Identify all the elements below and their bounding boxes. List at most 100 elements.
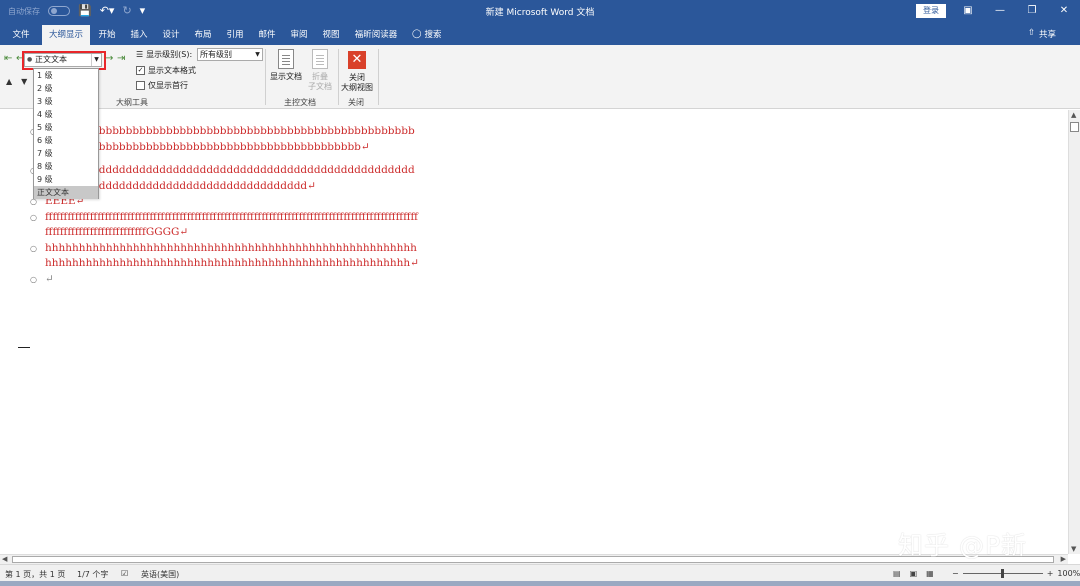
show-level-value: 所有级别	[200, 50, 232, 59]
dropdown-item-level-3[interactable]: 3 级	[34, 95, 98, 108]
dropdown-item-level-4[interactable]: 4 级	[34, 108, 98, 121]
tab-references[interactable]: 引用	[222, 25, 248, 45]
outline-item-text: hhhhhhhhhhhhhhhhhhhhhhhhhhhhhhhhhhhhhhhh…	[45, 241, 419, 270]
document-icon	[278, 49, 294, 69]
outline-bullet-icon[interactable]: ○	[30, 210, 37, 226]
scroll-left-icon[interactable]: ◀	[2, 555, 7, 563]
scroll-right-icon[interactable]: ▶	[1061, 555, 1066, 563]
search-label: 搜索	[424, 30, 442, 40]
zoom-out-icon[interactable]: −	[952, 569, 959, 578]
tab-file[interactable]: 文件	[6, 25, 36, 45]
page-count[interactable]: 第 1 页，共 1 页	[5, 569, 65, 580]
print-layout-icon[interactable]: ▣	[910, 569, 918, 578]
demote-icon[interactable]: →	[105, 53, 113, 64]
close-view-label-2: 大纲视图	[341, 83, 373, 92]
share-button[interactable]: ⇧ 共享	[1028, 28, 1056, 40]
word-count[interactable]: 1/7 个字	[77, 569, 108, 580]
move-up-icon[interactable]: ▲	[6, 77, 12, 86]
dropdown-item-body-text[interactable]: 正文文本	[34, 186, 98, 199]
tab-design[interactable]: 设计	[158, 25, 184, 45]
promote-to-heading1-icon[interactable]: ⇤	[4, 53, 12, 64]
group-separator	[265, 49, 266, 105]
move-down-icon[interactable]: ▼	[21, 77, 27, 86]
show-first-line-checkbox[interactable]	[136, 81, 145, 90]
zoom-in-icon[interactable]: +	[1047, 569, 1054, 578]
close-outline-view-button[interactable]: ✕ 关闭 大纲视图	[340, 49, 374, 93]
show-first-line-label: 仅显示首行	[148, 81, 188, 90]
window-controls: ▣ — ❐ ✕	[952, 0, 1080, 22]
outline-ribbon: ⇤ ← ● 正文文本 ▼ → ⇥ ▲ ▼ ☰ 显示级别(S): 所有级别 ▼ ✓…	[0, 45, 1080, 109]
view-buttons: ▤ ▣ ▦	[893, 569, 934, 578]
show-level-select[interactable]: 所有级别 ▼	[197, 48, 263, 61]
show-document-button[interactable]: 显示文档	[268, 49, 304, 82]
scroll-down-icon[interactable]: ▼	[1071, 545, 1076, 553]
outline-level-dropdown[interactable]: 1 级 2 级 3 级 4 级 5 级 6 级 7 级 8 级 9 级 正文文本	[33, 68, 99, 199]
tab-insert[interactable]: 插入	[126, 25, 152, 45]
share-label: 共享	[1038, 30, 1056, 40]
language-status[interactable]: 英语(美国)	[141, 569, 179, 580]
show-level-icon: ☰	[136, 50, 144, 59]
title-bar: 自动保存 💾 ↶▾ ↻ ▾ 新建 Microsoft Word 文档 登录 ▣ …	[0, 0, 1080, 22]
dropdown-item-level-1[interactable]: 1 级	[34, 69, 98, 82]
dropdown-item-level-5[interactable]: 5 级	[34, 121, 98, 134]
ribbon-display-options-icon[interactable]: ▣	[952, 0, 984, 22]
document-area[interactable]: ○ bbbbbbbbbbbbbbbbbbbbbbbbbbbbbbbbbbbbbb…	[0, 110, 1068, 554]
outline-item[interactable]: ○ hhhhhhhhhhhhhhhhhhhhhhhhhhhhhhhhhhhhhh…	[30, 241, 420, 272]
taskbar-strip	[0, 581, 1080, 586]
share-icon: ⇧	[1027, 28, 1035, 38]
proofing-icon[interactable]: ☑	[121, 569, 128, 578]
demote-to-body-icon[interactable]: ⇥	[117, 53, 125, 64]
ribbon-tab-bar: 文件 大纲显示 开始 插入 设计 布局 引用 邮件 审阅 视图 福昕阅读器 ◯ …	[0, 22, 1080, 45]
outline-item-text: bbbbbbbbbbbbbbbbbbbbbbbbbbbbbbbbbbbbbbbb…	[45, 125, 415, 153]
tab-layout[interactable]: 布局	[190, 25, 216, 45]
scroll-up-icon[interactable]: ▲	[1071, 111, 1076, 119]
close-icon: ✕	[348, 51, 366, 69]
outline-item-text: ffffffffffffffffffffffffffffffffffffffff…	[45, 210, 418, 239]
maximize-icon[interactable]: ❐	[1016, 0, 1048, 22]
close-icon[interactable]: ✕	[1048, 0, 1080, 22]
dropdown-item-level-8[interactable]: 8 级	[34, 160, 98, 173]
show-text-format-option[interactable]: ✓ 显示文本格式	[136, 65, 196, 76]
collapse-subdocuments-button[interactable]: 折叠 子文档	[304, 49, 336, 92]
tab-home[interactable]: 开始	[94, 25, 120, 45]
status-bar: 第 1 页，共 1 页 1/7 个字 ☑ 英语(美国) ▤ ▣ ▦ − + 10…	[0, 564, 1080, 581]
vertical-scroll-thumb[interactable]	[1070, 122, 1079, 132]
collapse-subdoc-label-1: 折叠	[312, 72, 328, 81]
group-separator	[338, 49, 339, 105]
tab-mailings[interactable]: 邮件	[254, 25, 280, 45]
zoom-slider[interactable]	[962, 569, 1043, 578]
show-text-format-label: 显示文本格式	[148, 66, 196, 75]
chevron-down-icon[interactable]: ▼	[253, 49, 262, 60]
dropdown-item-level-7[interactable]: 7 级	[34, 147, 98, 160]
lightbulb-icon: ◯	[412, 29, 422, 39]
master-document-group-label: 主控文档	[284, 98, 316, 107]
outline-bullet-icon[interactable]: ○	[30, 272, 37, 288]
group-separator	[378, 49, 379, 105]
tab-review[interactable]: 审阅	[286, 25, 312, 45]
subdocument-icon	[312, 49, 328, 69]
vertical-scrollbar[interactable]: ▲ ▼	[1068, 110, 1080, 554]
show-text-format-checkbox[interactable]: ✓	[136, 66, 145, 75]
minimize-icon[interactable]: —	[984, 0, 1016, 22]
tab-reader[interactable]: 福昕阅读器	[350, 25, 402, 45]
outline-item[interactable]: ○ ffffffffffffffffffffffffffffffffffffff…	[30, 210, 420, 241]
tab-view[interactable]: 视图	[318, 25, 344, 45]
web-layout-icon[interactable]: ▦	[926, 569, 934, 578]
show-document-label: 显示文档	[270, 72, 302, 81]
outline-item[interactable]: ○ ↵	[30, 272, 420, 288]
search-tab[interactable]: ◯ 搜索	[412, 28, 442, 40]
outline-bullet-icon[interactable]: ○	[30, 241, 37, 257]
read-mode-icon[interactable]: ▤	[893, 569, 901, 578]
watermark: 知乎 @P新	[898, 531, 1028, 560]
move-buttons: ▲ ▼	[6, 77, 27, 86]
login-button[interactable]: 登录	[916, 4, 946, 18]
zoom-slider-knob[interactable]	[1000, 569, 1004, 578]
zoom-level[interactable]: 100%	[1057, 569, 1080, 578]
collapse-subdoc-label-2: 子文档	[308, 82, 332, 91]
tab-outline[interactable]: 大纲显示	[42, 25, 90, 45]
end-of-document-marker	[18, 347, 30, 348]
show-first-line-option[interactable]: 仅显示首行	[136, 80, 188, 91]
dropdown-item-level-9[interactable]: 9 级	[34, 173, 98, 186]
dropdown-item-level-6[interactable]: 6 级	[34, 134, 98, 147]
dropdown-item-level-2[interactable]: 2 级	[34, 82, 98, 95]
